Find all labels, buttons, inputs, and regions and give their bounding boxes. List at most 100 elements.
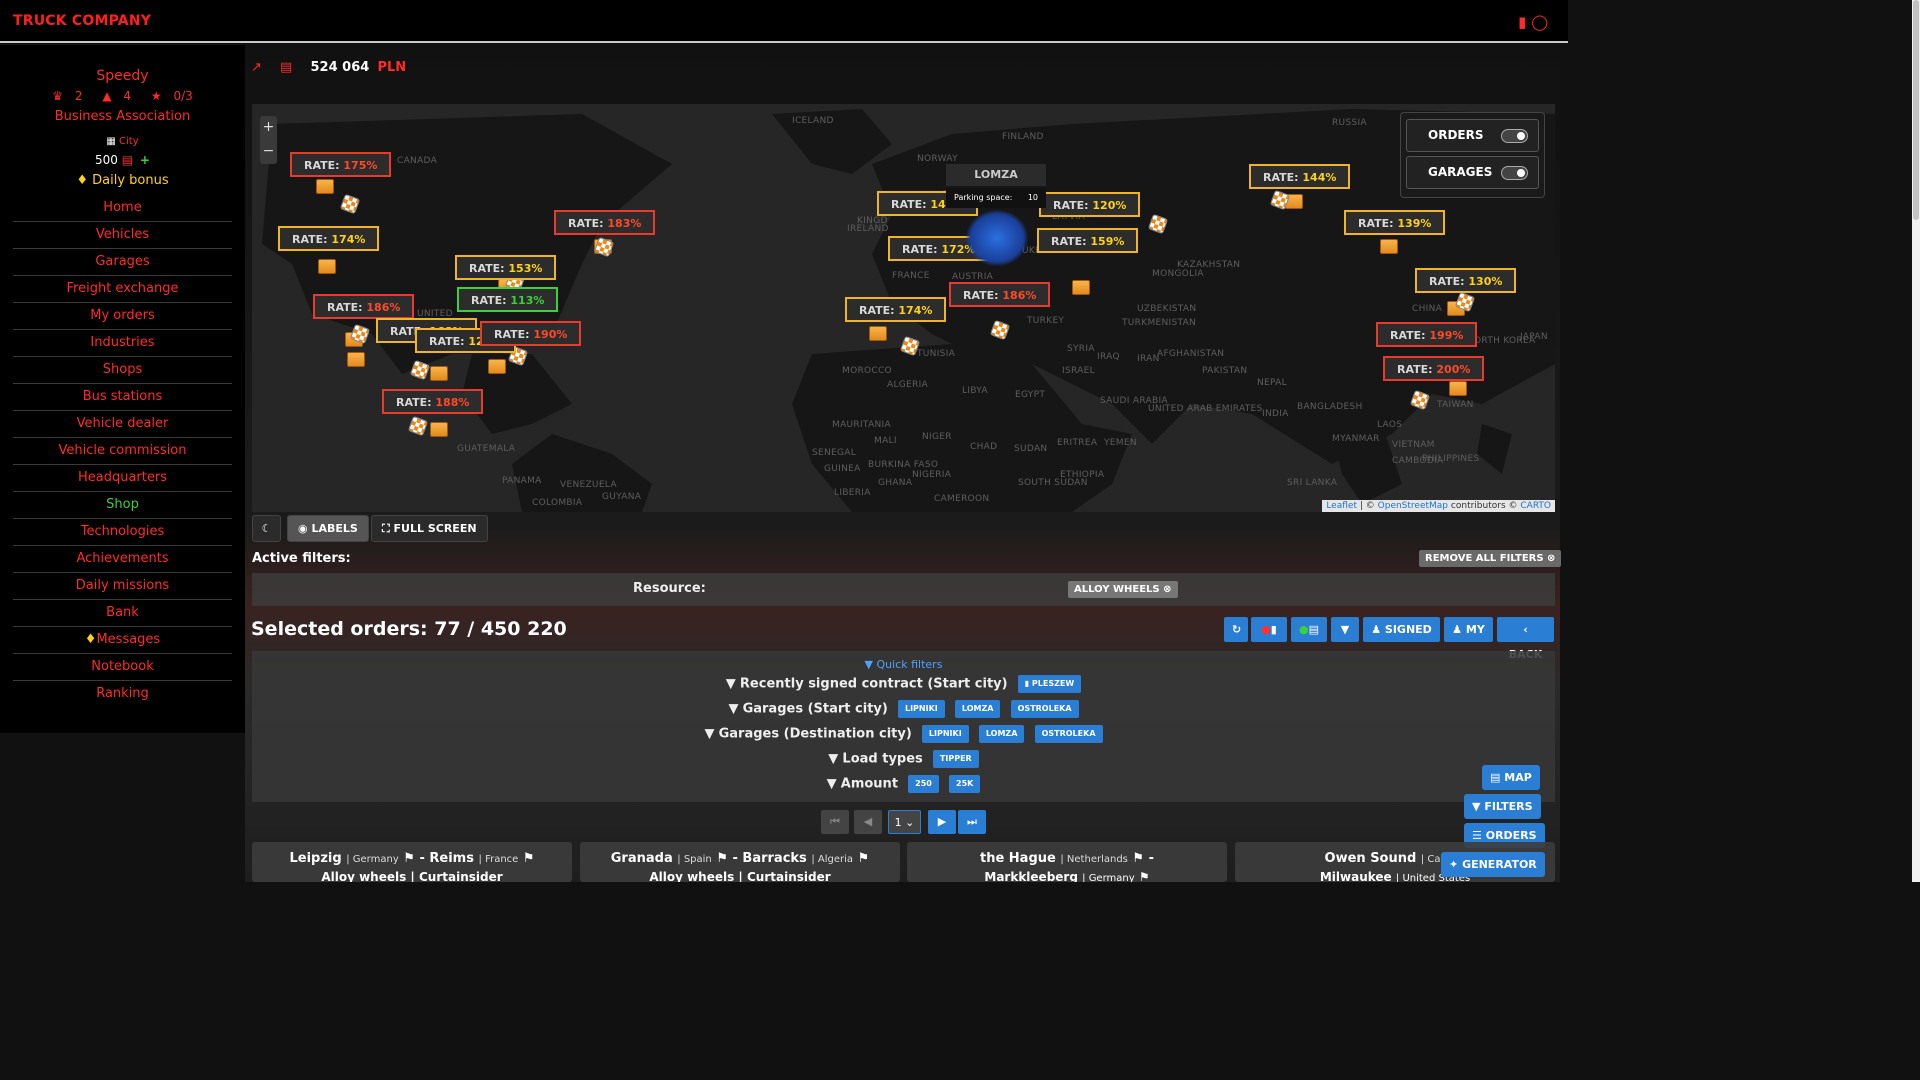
refresh-button[interactable]: ↻ <box>1224 617 1248 642</box>
next-page-button[interactable]: ▶ <box>928 810 956 834</box>
rate-label[interactable]: RATE: 199% <box>1376 322 1478 347</box>
cargo-box-icon[interactable] <box>1380 239 1398 254</box>
nav-achievements[interactable]: Achievements <box>13 546 232 573</box>
order-card[interactable]: Granada | Spain ⚑ - Barracks | Algeria ⚑… <box>580 842 900 882</box>
carto-link[interactable]: CARTO <box>1520 501 1551 511</box>
cargo-box-icon[interactable] <box>1449 381 1467 396</box>
toggle-icon[interactable]: ◯ <box>1531 13 1548 31</box>
rate-label[interactable]: RATE: 186% <box>949 282 1051 307</box>
rate-label[interactable]: RATE: 186% <box>313 294 415 319</box>
quick-filter-chip[interactable]: OSTROLEKA <box>1034 725 1103 743</box>
cargo-box-icon[interactable] <box>316 179 334 194</box>
world-map[interactable]: + − ICELANDFINLANDRUSSIANORWAYSWEDENESTO… <box>252 104 1555 512</box>
dark-mode-button[interactable]: ☾ <box>252 515 281 542</box>
nav-ranking[interactable]: Ranking <box>13 681 232 708</box>
zoom-in-button[interactable]: + <box>260 116 277 140</box>
quick-filter-chip[interactable]: TIPPER <box>932 750 979 768</box>
close-circle-icon[interactable]: ⊗ <box>1163 584 1171 595</box>
labels-button[interactable]: ◉ LABELS <box>287 515 369 542</box>
nav-vehicle-commission[interactable]: Vehicle commission <box>13 438 232 465</box>
quick-filters-toggle[interactable]: ▼ Quick filters <box>252 658 1555 671</box>
generator-button[interactable]: ✦ GENERATOR <box>1441 852 1545 877</box>
filter-button[interactable]: ▼ <box>1331 617 1359 642</box>
nav-industries[interactable]: Industries <box>13 330 232 357</box>
cargo-box-icon[interactable] <box>430 366 448 381</box>
map-button[interactable]: ▤ MAP <box>1482 765 1540 790</box>
back-button[interactable]: ‹ BACK <box>1497 617 1554 661</box>
rate-label[interactable]: RATE: 139% <box>1344 210 1446 235</box>
garages-toggle[interactable]: GARAGES <box>1406 156 1539 189</box>
cargo-box-icon[interactable] <box>1072 280 1090 295</box>
rate-label[interactable]: RATE: 188% <box>382 389 484 414</box>
nav-technologies[interactable]: Technologies <box>13 519 232 546</box>
rate-label[interactable]: RATE: 174% <box>278 226 380 251</box>
red-filter-button[interactable]: ●▮ <box>1251 617 1287 642</box>
cargo-box-icon[interactable] <box>869 326 887 341</box>
brand-logo[interactable]: TRUCK COMPANY <box>13 13 151 29</box>
signed-button[interactable]: ♟ SIGNED <box>1363 617 1440 642</box>
filters-button[interactable]: ▼ FILTERS <box>1464 794 1541 819</box>
quick-filter-chip[interactable]: 25K <box>949 775 981 793</box>
orders-switch[interactable] <box>1501 129 1528 143</box>
order-card[interactable]: Leipzig | Germany ⚑ - Reims | France ⚑ A… <box>252 842 572 882</box>
quick-filter-chip[interactable]: ▮ PLESZEW <box>1017 675 1082 693</box>
nav-shop[interactable]: Shop <box>13 492 232 519</box>
rate-label[interactable]: RATE: 183% <box>554 210 656 235</box>
nav-bus-stations[interactable]: Bus stations <box>13 384 232 411</box>
nav-vehicles[interactable]: Vehicles <box>13 222 232 249</box>
rate-label[interactable]: RATE: 159% <box>1037 228 1139 253</box>
leaflet-link[interactable]: Leaflet <box>1326 501 1357 511</box>
nav-headquarters[interactable]: Headquarters <box>13 465 232 492</box>
last-page-button[interactable]: ⏭ <box>958 810 986 834</box>
association-link[interactable]: Business Association <box>0 109 245 124</box>
order-card[interactable]: the Hague | Netherlands ⚑ - Markkleeberg… <box>907 842 1227 882</box>
rate-label[interactable]: RATE: 120% <box>1039 192 1141 217</box>
add-money-icon[interactable]: + <box>140 153 150 167</box>
nav-messages[interactable]: ♦Messages <box>13 627 232 654</box>
nav-daily-missions[interactable]: Daily missions <box>13 573 232 600</box>
prev-page-button[interactable]: ◀ <box>854 810 882 834</box>
daily-bonus-link[interactable]: Daily bonus <box>92 173 168 188</box>
nav-my-orders[interactable]: My orders <box>13 303 232 330</box>
wallet-icon[interactable]: ▤ <box>280 60 292 75</box>
nav-home[interactable]: Home <box>13 195 232 222</box>
rate-label[interactable]: RATE: 174% <box>845 297 947 322</box>
city-label[interactable]: City <box>119 136 139 147</box>
quick-filter-chip[interactable]: LOMZA <box>978 725 1025 743</box>
cargo-box-icon[interactable] <box>347 352 365 367</box>
resource-chip[interactable]: ALLOY WHEELS ⊗ <box>1068 581 1178 598</box>
remove-all-filters-button[interactable]: REMOVE ALL FILTERS ⊗ <box>1419 550 1562 567</box>
my-button[interactable]: ♟ MY <box>1444 617 1493 642</box>
nav-bank[interactable]: Bank <box>13 600 232 627</box>
quick-filter-chip[interactable]: LIPNIKI <box>897 700 945 718</box>
green-filter-button[interactable]: ●▤ <box>1291 617 1327 642</box>
page-scrollbar[interactable] <box>1912 0 1920 882</box>
scrollbar-thumb[interactable] <box>1913 0 1919 220</box>
cargo-box-icon[interactable] <box>318 259 336 274</box>
rate-label[interactable]: RATE: 200% <box>1383 356 1485 381</box>
cargo-box-icon[interactable] <box>488 359 506 374</box>
osm-link[interactable]: OpenStreetMap <box>1378 501 1448 511</box>
nav-freight-exchange[interactable]: Freight exchange <box>13 276 232 303</box>
zoom-out-button[interactable]: − <box>260 140 277 164</box>
garages-switch[interactable] <box>1501 166 1528 180</box>
fullscreen-button[interactable]: ⛶ FULL SCREEN <box>371 515 488 542</box>
rate-label[interactable]: RATE: 190% <box>480 321 582 346</box>
player-name[interactable]: Speedy <box>0 68 245 84</box>
rate-label[interactable]: RATE: 175% <box>290 152 392 177</box>
quick-filter-chip[interactable]: OSTROLEKA <box>1010 700 1079 718</box>
first-page-button[interactable]: ⏮ <box>821 810 849 834</box>
rate-label[interactable]: RATE: 153% <box>455 255 557 280</box>
cargo-box-icon[interactable] <box>430 422 448 437</box>
truck-icon[interactable]: ▮ <box>1518 13 1526 31</box>
nav-shops[interactable]: Shops <box>13 357 232 384</box>
nav-vehicle-dealer[interactable]: Vehicle dealer <box>13 411 232 438</box>
chart-icon[interactable]: ↗ <box>251 60 262 75</box>
nav-garages[interactable]: Garages <box>13 249 232 276</box>
nav-notebook[interactable]: Notebook <box>13 654 232 681</box>
rate-label[interactable]: RATE: 144% <box>1249 164 1351 189</box>
page-select[interactable]: 1 ⌄ <box>888 810 921 834</box>
quick-filter-chip[interactable]: LIPNIKI <box>921 725 969 743</box>
quick-filter-chip[interactable]: 250 <box>908 775 939 793</box>
quick-filter-chip[interactable]: LOMZA <box>954 700 1001 718</box>
